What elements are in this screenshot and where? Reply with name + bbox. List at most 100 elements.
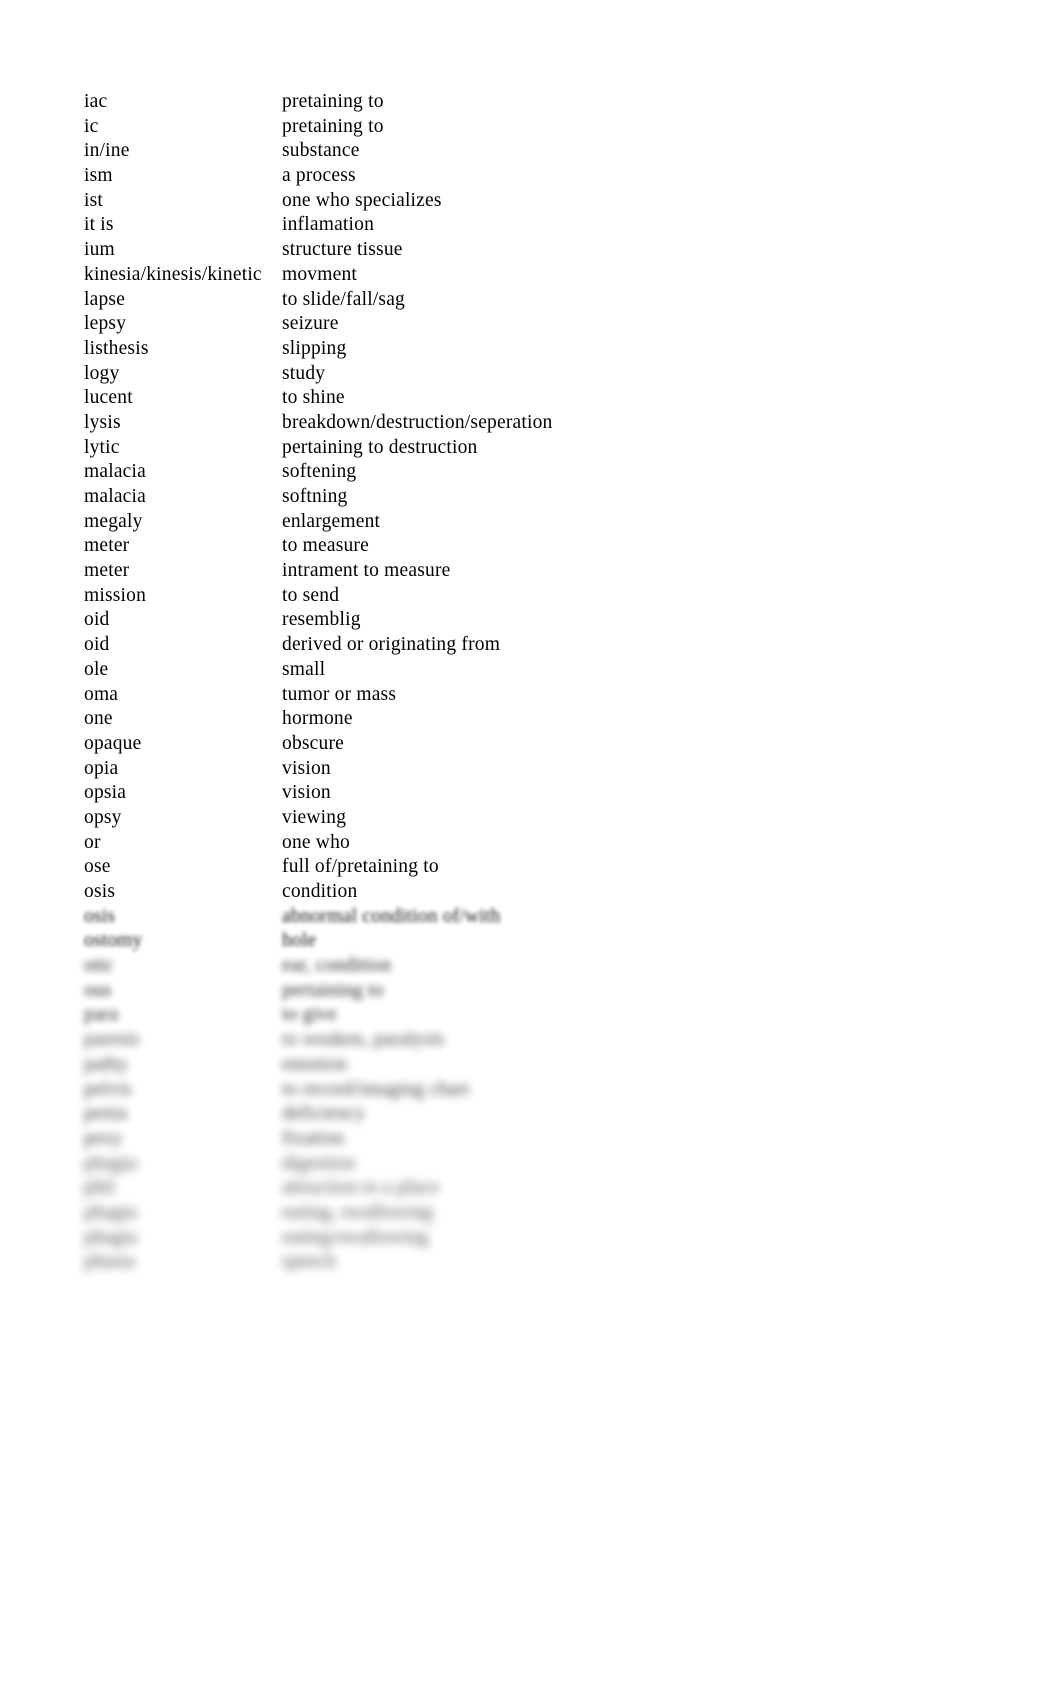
glossary-row: oid derived or originating from <box>84 633 984 658</box>
definition-cell: to slide/fall/sag <box>282 288 405 310</box>
definition-cell: pertaining to <box>282 979 384 1001</box>
definition-cell: condition <box>282 881 358 902</box>
glossary-row: oid resemblig <box>84 608 984 633</box>
glossary-row: meter intrament to measure <box>84 559 984 584</box>
term-cell: paresis <box>84 1029 140 1051</box>
glossary-row: ole small <box>84 658 984 683</box>
term-cell: or <box>84 831 101 853</box>
definition-cell: substance <box>282 140 360 162</box>
definition-cell: abnormal condition of/with <box>282 905 501 927</box>
glossary-row: or one who <box>84 831 984 856</box>
definition-cell: to weaken, paralysis <box>282 1029 445 1051</box>
glossary-row: malacia softening <box>84 460 984 485</box>
glossary-row: ose full of/pretaining to <box>84 855 984 880</box>
term-cell: oma <box>84 683 119 705</box>
term-cell: ous <box>84 979 112 1001</box>
term-cell: lapse <box>84 288 126 310</box>
glossary-row: lysis breakdown/destruction/seperation <box>84 411 984 436</box>
definition-cell: to give <box>282 1004 337 1026</box>
definition-cell: breakdown/destruction/seperation <box>282 411 553 433</box>
term-cell: pelvis <box>84 1078 132 1100</box>
term-cell: ic <box>84 115 99 137</box>
glossary-row: iac pretaining to <box>84 90 984 115</box>
definition-cell: structure tissue <box>282 239 403 261</box>
term-cell: pexy <box>84 1127 123 1149</box>
term-cell: otic <box>84 955 115 977</box>
term-cell: lysis <box>84 411 121 433</box>
term-cell: ose <box>84 856 111 878</box>
glossary-row-redacted: phil attraction to a place <box>84 1176 984 1201</box>
glossary-row-redacted: para to give <box>84 1003 984 1028</box>
glossary-row: osis condition <box>84 880 984 905</box>
term-cell: meter <box>84 535 130 557</box>
term-cell: lucent <box>84 387 133 409</box>
glossary-row: ism a process <box>84 164 984 189</box>
glossary-table: iac pretaining to ic pretaining to in/ine sub… <box>84 90 984 1275</box>
term-cell: opia <box>84 757 119 779</box>
glossary-row-redacted: ostomy hole <box>84 929 984 954</box>
term-cell: osis <box>84 881 116 902</box>
definition-cell: hormone <box>282 708 353 730</box>
term-cell: malacia <box>84 461 146 483</box>
definition-cell: vision <box>282 782 331 804</box>
term-cell: ostomy <box>84 930 143 952</box>
glossary-row: logy study <box>84 362 984 387</box>
definition-cell: seizure <box>282 313 339 335</box>
definition-cell: ear, condition <box>282 955 392 977</box>
definition-cell: speech <box>282 1251 337 1273</box>
definition-cell: inflamation <box>282 214 375 236</box>
term-cell: listhesis <box>84 337 149 359</box>
term-cell: phagia <box>84 1152 138 1174</box>
term-cell: one <box>84 708 113 730</box>
glossary-row: ic pretaining to <box>84 115 984 140</box>
glossary-row: lytic pertaining to destruction <box>84 436 984 461</box>
definition-cell: to measure <box>282 535 369 557</box>
glossary-row-redacted: osis abnormal condition of/with <box>84 905 984 930</box>
term-cell: meter <box>84 560 130 582</box>
definition-cell: small <box>282 658 326 680</box>
glossary-row: ist one who specializes <box>84 189 984 214</box>
term-cell: iac <box>84 91 108 112</box>
glossary-row: one hormone <box>84 707 984 732</box>
glossary-row-redacted: otic ear, condition <box>84 954 984 979</box>
definition-cell: softening <box>282 461 357 483</box>
definition-cell: deficiency <box>282 1103 366 1125</box>
definition-cell: softning <box>282 486 348 507</box>
definition-cell: resemblig <box>282 609 361 631</box>
term-cell: para <box>84 1004 119 1026</box>
definition-cell: intrament to measure <box>282 560 451 582</box>
definition-cell: attraction to a place <box>282 1177 440 1199</box>
definition-cell: slipping <box>282 337 347 359</box>
term-cell: phagia <box>84 1201 138 1223</box>
definition-cell: obscure <box>282 732 345 754</box>
glossary-row-redacted: pathy emotion <box>84 1053 984 1078</box>
term-cell: penia <box>84 1103 128 1125</box>
definition-cell: to record/imaging chart <box>282 1078 470 1100</box>
definition-cell: eating/swallowing <box>282 1226 429 1248</box>
glossary-row: lepsy seizure <box>84 312 984 337</box>
glossary-row-redacted: penia deficiency <box>84 1102 984 1127</box>
glossary-row: malacia softning <box>84 485 984 510</box>
term-cell: opsia <box>84 782 127 804</box>
glossary-row-redacted: pexy fixation <box>84 1127 984 1152</box>
term-cell: kinesia/kinesis/kinetic <box>84 263 262 285</box>
glossary-row-redacted: phagia eating/swallowing <box>84 1226 984 1251</box>
definition-cell: movment <box>282 263 358 285</box>
definition-cell: pertaining to destruction <box>282 436 478 458</box>
definition-cell: digestion <box>282 1152 356 1174</box>
glossary-row: ium structure tissue <box>84 238 984 263</box>
glossary-row: listhesis slipping <box>84 337 984 362</box>
term-cell: lepsy <box>84 313 127 335</box>
glossary-row-redacted: paresis to weaken, paralysis <box>84 1028 984 1053</box>
definition-cell: study <box>282 362 326 384</box>
term-cell: it is <box>84 214 114 236</box>
definition-cell: full of/pretaining to <box>282 856 439 878</box>
definition-cell: to shine <box>282 387 345 409</box>
term-cell: ism <box>84 165 113 187</box>
term-cell: in/ine <box>84 140 130 162</box>
glossary-row-redacted: phagia eating, swallowing <box>84 1201 984 1226</box>
glossary-row-redacted: phagia digestion <box>84 1152 984 1177</box>
glossary-row: mission to send <box>84 584 984 609</box>
term-cell: megaly <box>84 510 143 532</box>
definition-cell: vision <box>282 757 331 779</box>
